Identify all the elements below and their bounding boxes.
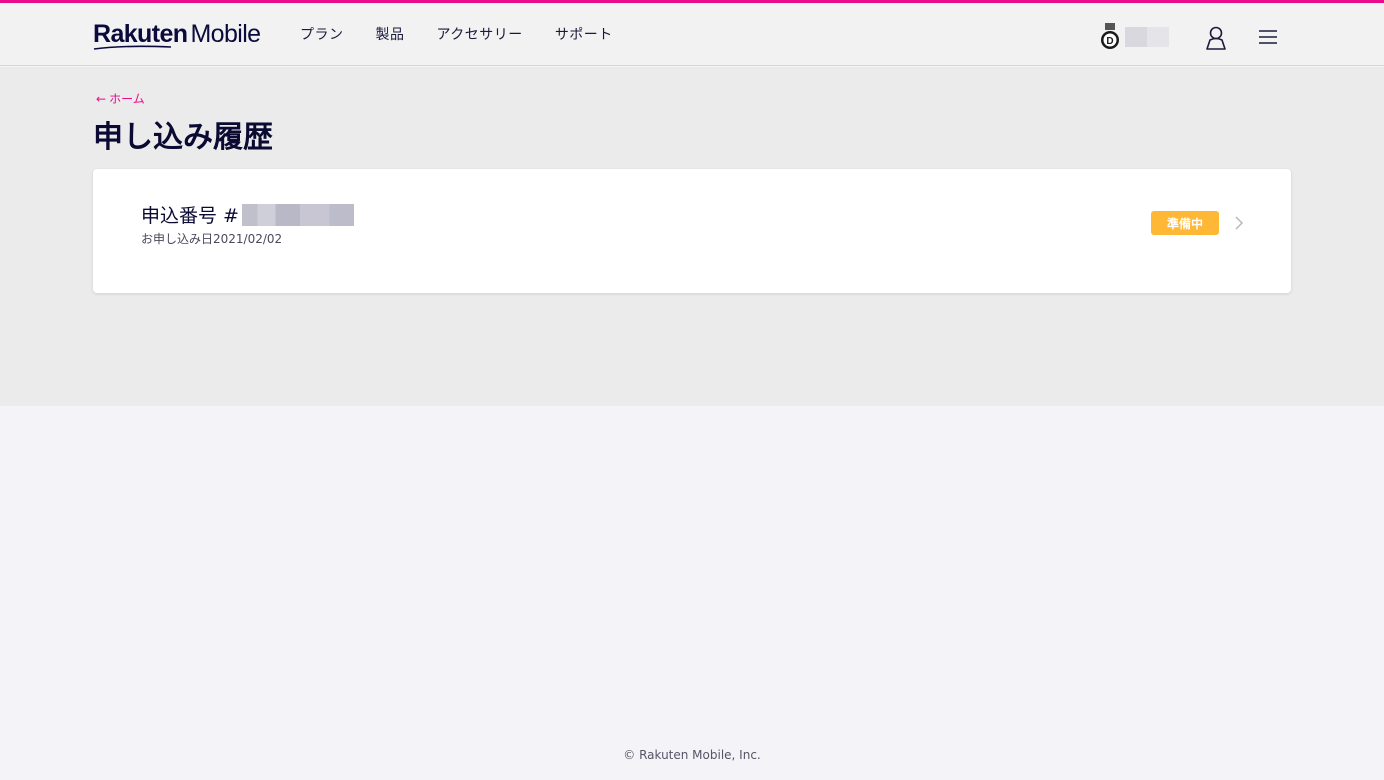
nav-item-support[interactable]: サポート bbox=[555, 24, 613, 44]
logo-product-text: Mobile bbox=[190, 20, 261, 48]
order-number-redacted bbox=[241, 203, 354, 226]
page-title: 申し込み履歴 bbox=[93, 120, 273, 155]
arrow-left-icon: ← bbox=[96, 91, 107, 106]
nav-item-plan[interactable]: プラン bbox=[300, 24, 344, 44]
logo-brand-text: Rakuten bbox=[93, 20, 188, 48]
status-badge: 準備中 bbox=[1151, 211, 1219, 235]
chevron-right-icon[interactable] bbox=[1234, 215, 1244, 231]
order-number: 申込番号 # bbox=[141, 201, 354, 228]
logo-swoosh-icon bbox=[93, 45, 172, 50]
site-header: Rakuten Mobile プラン 製品 アクセサリー サポート D bbox=[0, 3, 1384, 66]
breadcrumb-home-link[interactable]: ← ホーム bbox=[96, 90, 145, 107]
order-number-label: 申込番号 # bbox=[141, 205, 239, 227]
main-nav: プラン 製品 アクセサリー サポート bbox=[300, 24, 645, 44]
footer-copyright: © Rakuten Mobile, Inc. bbox=[623, 748, 761, 762]
nav-item-products[interactable]: 製品 bbox=[376, 24, 405, 44]
svg-text:D: D bbox=[1106, 36, 1113, 47]
rank-badge-icon[interactable]: D bbox=[1100, 23, 1120, 51]
hamburger-menu-icon[interactable] bbox=[1257, 28, 1279, 46]
nav-item-accessories[interactable]: アクセサリー bbox=[437, 24, 523, 44]
order-date: お申し込み日2021/02/02 bbox=[141, 232, 283, 246]
user-icon[interactable] bbox=[1204, 25, 1228, 51]
points-balance-redacted[interactable] bbox=[1125, 27, 1169, 47]
breadcrumb-label: ホーム bbox=[109, 92, 145, 106]
order-card[interactable]: 申込番号 # お申し込み日2021/02/02 準備中 bbox=[93, 169, 1291, 293]
